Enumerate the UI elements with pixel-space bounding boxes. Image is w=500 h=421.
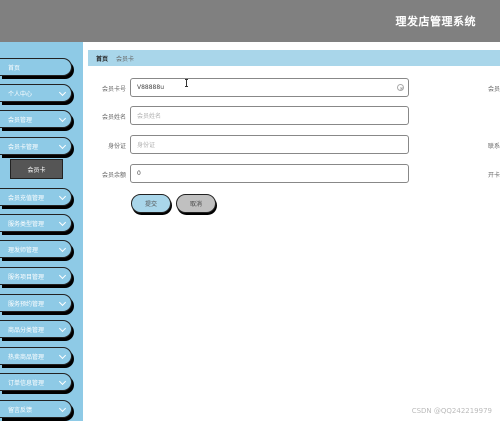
sidebar-item-label: 留言反馈 [8,406,33,414]
sidebar-item-hot-goods-management[interactable]: 热卖商品管理 [0,347,72,365]
card-no-label: 会员卡号 [101,86,126,93]
chevron-down-icon [58,141,67,150]
chevron-down-icon [58,404,67,413]
sidebar-item-order-management[interactable]: 订单信息管理 [0,373,72,391]
right-label-open-card: 开卡 [488,172,500,179]
sidebar-item-member-management[interactable]: 会员管理 [0,110,72,128]
sidebar-item-label: 订单信息管理 [8,379,45,387]
chevron-down-icon [58,377,67,386]
balance-value: 0 [137,170,141,177]
balance-label: 会员余额 [101,172,126,179]
chevron-down-icon [58,298,67,307]
sidebar-item-label: 会员卡管理 [8,143,39,151]
chevron-down-icon [58,192,67,201]
id-card-placeholder: 身份证 [137,142,156,149]
top-header: 理发店管理系统 [0,0,500,42]
sidebar-item-category-management[interactable]: 商品分类管理 [0,320,72,338]
sidebar-item-label: 个人中心 [8,90,33,98]
sidebar-item-label: 服务预约管理 [8,300,45,308]
chevron-down-icon [58,351,67,360]
chevron-down-icon [58,114,67,123]
id-card-label: 身份证 [107,143,126,150]
sidebar: 首页 个人中心 会员管理 会员卡管理 会员卡 会员充值管理 服务类型管理 理发师… [0,42,83,421]
cancel-button[interactable]: 取消 [176,194,216,213]
watermark: CSDN @QQ242219979 [411,407,492,415]
sidebar-subitem-label: 会员卡 [27,166,46,174]
sidebar-item-barber-management[interactable]: 理发师管理 [0,240,72,258]
submit-button[interactable]: 提交 [131,194,171,213]
sidebar-item-card-management[interactable]: 会员卡管理 [0,137,72,155]
breadcrumb: 首页 会员卡 [88,50,500,66]
chevron-down-icon [58,218,67,227]
balance-input[interactable]: 0 [130,164,409,183]
sidebar-item-label: 理发师管理 [8,246,39,254]
sidebar-item-label: 服务项目管理 [8,273,45,281]
sidebar-item-label: 会员充值管理 [8,194,45,202]
chevron-down-icon [58,271,67,280]
sidebar-item-appointment-management[interactable]: 服务预约管理 [0,294,72,312]
chevron-down-icon [58,244,67,253]
app-title: 理发店管理系统 [395,15,476,28]
chevron-down-icon [58,88,67,97]
member-name-input[interactable]: 会员姓名 [130,106,409,125]
sidebar-item-service-item-management[interactable]: 服务项目管理 [0,267,72,285]
sidebar-item-label: 首页 [8,64,21,72]
sidebar-item-home[interactable]: 首页 [0,58,72,76]
right-label-contact: 联系 [488,143,500,150]
sidebar-item-personal-center[interactable]: 个人中心 [0,84,72,102]
breadcrumb-current: 会员卡 [116,55,135,63]
sidebar-item-label: 热卖商品管理 [8,353,45,361]
breadcrumb-home-link[interactable]: 首页 [96,54,108,63]
clear-icon[interactable] [397,84,404,91]
member-name-placeholder: 会员姓名 [137,113,162,120]
chevron-down-icon [58,324,67,333]
sidebar-item-feedback[interactable]: 留言反馈 [0,400,72,418]
sidebar-item-service-type-management[interactable]: 服务类型管理 [0,214,72,232]
sidebar-item-label: 商品分类管理 [8,326,45,334]
sidebar-item-label: 会员管理 [8,116,33,124]
sidebar-item-recharge-management[interactable]: 会员充值管理 [0,188,72,206]
text-cursor-icon [185,79,188,87]
right-label-member: 会员 [488,86,500,93]
sidebar-subitem-member-card[interactable]: 会员卡 [10,159,63,179]
member-name-label: 会员姓名 [101,114,126,121]
id-card-input[interactable]: 身份证 [130,135,409,154]
card-no-input[interactable]: V88888u [130,78,409,97]
card-no-value: V88888u [137,84,164,91]
sidebar-item-label: 服务类型管理 [8,220,45,228]
